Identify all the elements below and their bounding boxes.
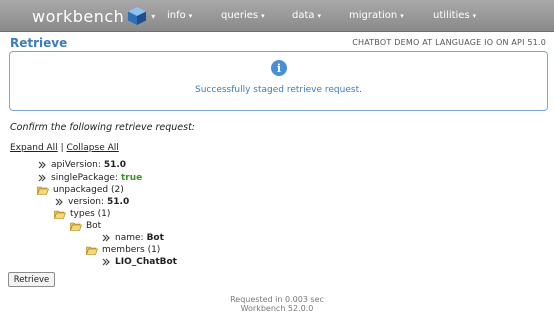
node-key: apiVersion: <box>51 160 101 170</box>
tree-controls: Expand All | Collapse All <box>10 143 119 153</box>
chevron-down-icon: ▾ <box>400 12 404 20</box>
alert-message: Successfully staged retrieve request. <box>195 85 362 95</box>
tree-node-name[interactable]: name: Bot <box>102 233 164 243</box>
brand-name: workbench <box>32 6 125 26</box>
info-alert: i Successfully staged retrieve request. <box>9 51 548 111</box>
page-title: Retrieve <box>10 36 68 50</box>
node-label: types (1) <box>70 209 111 219</box>
node-label: unpackaged (2) <box>53 185 124 195</box>
node-value: Bot <box>146 233 164 243</box>
nav-utilities[interactable]: utilities ▾ <box>433 10 476 21</box>
tree-node-bot[interactable]: Bot <box>70 221 101 231</box>
chevron-down-icon: ▾ <box>261 12 265 20</box>
node-key: version: <box>68 197 104 207</box>
footer-version: Workbench 52.0.0 <box>240 304 314 312</box>
nav-data[interactable]: data ▾ <box>292 10 321 21</box>
chevron-down-icon: ▾ <box>188 12 193 20</box>
separator: | <box>60 143 64 153</box>
nav-migration[interactable]: migration ▾ <box>349 10 404 21</box>
node-value: true <box>120 173 143 183</box>
nav-migration-label: migration <box>349 10 398 21</box>
leaf-node-icon <box>38 161 46 169</box>
node-key: name: <box>115 233 144 243</box>
node-label: Bot <box>86 221 102 231</box>
tree-node-member[interactable]: LIO_ChatBot <box>102 257 177 267</box>
leaf-node-icon <box>102 258 110 266</box>
footer-timing: Requested in 0.003 sec <box>230 295 324 304</box>
folder-open-icon <box>86 246 98 255</box>
collapse-all-link[interactable]: Collapse All <box>66 143 118 153</box>
node-value: 51.0 <box>107 197 130 207</box>
confirm-text: Confirm the following retrieve request: <box>10 122 195 133</box>
leaf-node-icon <box>38 174 46 182</box>
expand-all-link[interactable]: Expand All <box>10 143 58 153</box>
folder-open-icon <box>37 186 49 195</box>
node-value: 51.0 <box>103 160 127 170</box>
tree-node-members[interactable]: members (1) <box>86 245 160 255</box>
tree-node-singlepackage[interactable]: singlePackage: true <box>38 173 142 183</box>
nav-utilities-label: utilities <box>433 10 470 21</box>
node-key: singlePackage: <box>51 173 118 183</box>
nav-data-label: data <box>292 10 315 21</box>
tree-node-unpackaged[interactable]: unpackaged (2) <box>37 185 124 195</box>
retrieve-button[interactable]: Retrieve <box>8 272 55 287</box>
chevron-down-icon: ▾ <box>151 11 156 21</box>
workbench-logo-menu[interactable]: workbench ▾ <box>32 5 156 27</box>
node-value: LIO_ChatBot <box>115 257 177 267</box>
tree-node-version[interactable]: version: 51.0 <box>55 197 129 207</box>
tree-node-apiversion[interactable]: apiVersion: 51.0 <box>38 160 126 170</box>
info-icon: i <box>271 60 287 76</box>
chevron-down-icon: ▾ <box>472 12 477 20</box>
folder-open-icon <box>54 210 66 219</box>
leaf-node-icon <box>55 198 63 206</box>
org-connection-info: CHATBOT DEMO AT LANGUAGE IO ON API 51.0 <box>352 38 546 47</box>
cube-icon <box>128 7 147 25</box>
tree-node-types[interactable]: types (1) <box>54 209 110 219</box>
chevron-down-icon: ▾ <box>317 12 322 20</box>
nav-info[interactable]: info ▾ <box>167 10 192 21</box>
top-navbar: workbench ▾ info ▾ queries ▾ data ▾ migrati… <box>0 0 554 32</box>
folder-open-icon <box>70 222 82 231</box>
leaf-node-icon <box>102 234 110 242</box>
nav-queries[interactable]: queries ▾ <box>221 10 265 21</box>
nav-queries-label: queries <box>221 10 259 21</box>
nav-info-label: info <box>167 10 186 21</box>
node-label: members (1) <box>102 245 161 255</box>
